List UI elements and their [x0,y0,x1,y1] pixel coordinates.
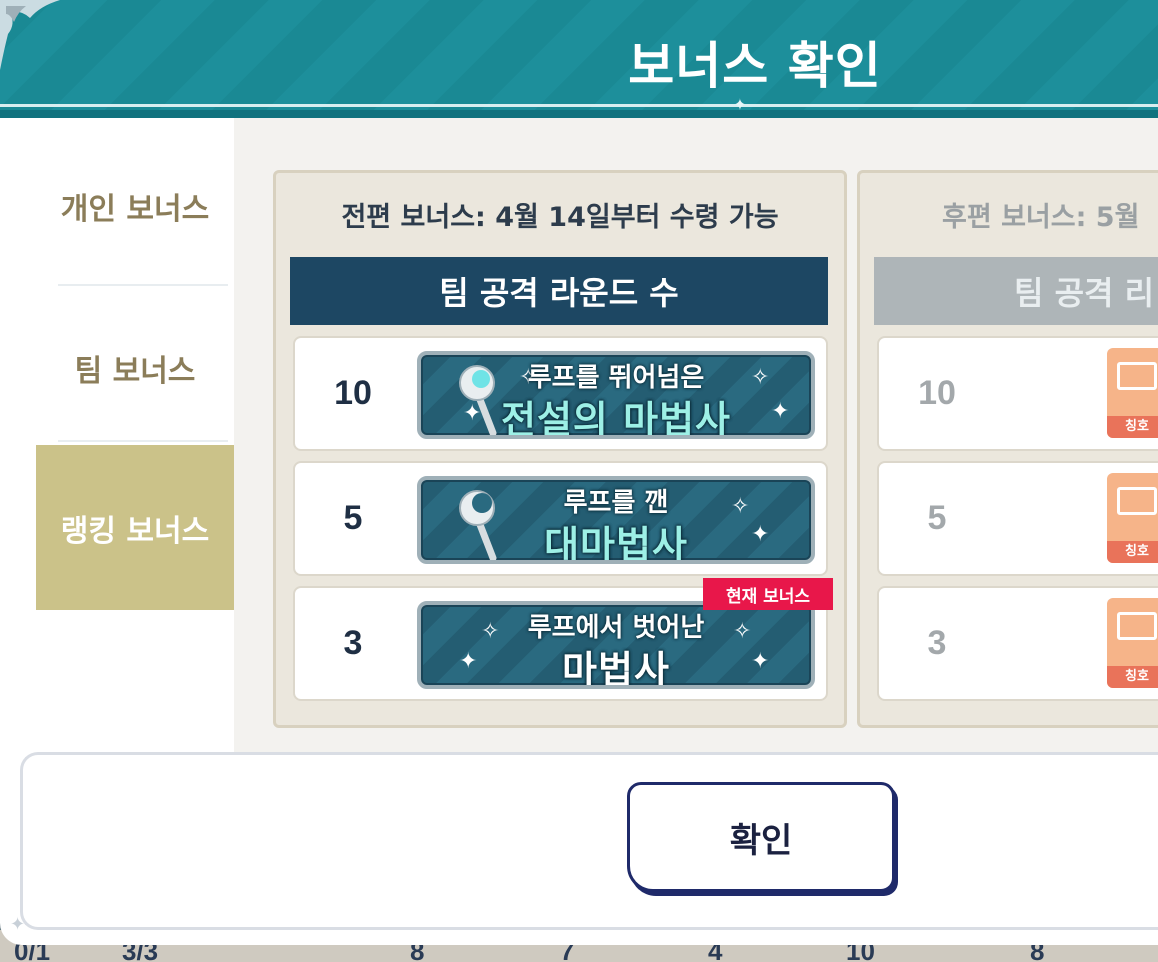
current-bonus-tag: 현재 보너스 [703,578,833,610]
panel-header: 팀 공격 리 [874,257,1158,325]
round-count: 5 [927,499,947,537]
round-count: 10 [334,374,372,412]
title-badge: ✧ ✦ 루프를 깬 대마법사 [417,476,815,564]
panel-subtitle: 후편 보너스: 5월 [942,202,1140,233]
title-card-icon: 칭호 [1107,598,1158,688]
badge-title-line2: 대마법사 [544,523,688,564]
title-card-icon: 칭호 [1107,348,1158,438]
sidebar-item-ranking-bonus[interactable]: 랭킹 보너스 [36,445,234,610]
bonus-row: 3 칭호 [877,586,1158,701]
round-count: 3 [927,624,947,662]
bonus-sidebar: 개인 보너스 팀 보너스 랭킹 보너스 [36,118,234,758]
bonus-row: 5 ✧ ✦ 루프를 깬 대마법사 [293,461,828,576]
corner-ornament-icon [0,0,60,70]
round-count: 10 [918,374,956,412]
panel-subtitle: 전편 보너스: 4월 14일부터 수령 가능 [341,202,779,233]
bonus-dialog: ✦ 보너스 확인 개인 보너스 팀 보너스 랭킹 보너스 전편 보너스: 4월 … [0,0,1158,945]
title-card-icon: 칭호 [1107,473,1158,563]
sidebar-divider [58,440,228,442]
second-half-bonus-panel: 후편 보너스: 5월 팀 공격 리 10 칭호 5 칭호 3 칭호 [857,170,1158,728]
badge-title-line2: 전설의 마법사 [501,398,731,439]
bonus-row: 10 ✧ ✧ ✦ ✦ 루프를 뛰어넘은 전설의 마법사 [293,336,828,451]
bonus-row: 5 칭호 [877,461,1158,576]
dialog-title: 보너스 확인 [628,37,882,95]
dialog-footer [20,752,1158,930]
sidebar-item-personal-bonus[interactable]: 개인 보너스 [36,126,234,286]
bonus-content: 전편 보너스: 4월 14일부터 수령 가능 팀 공격 라운드 수 10 ✧ ✧… [234,118,1158,758]
bonus-row: 10 칭호 [877,336,1158,451]
sidebar-item-team-bonus[interactable]: 팀 보너스 [36,288,234,448]
header-divider [0,104,1158,107]
icon-label: 칭호 [1107,666,1158,688]
title-badge: ✧ ✧ ✦ ✦ 루프에서 벗어난 마법사 [417,601,815,689]
sparkle-icon: ✦ [733,95,747,114]
confirm-button[interactable]: 확인 [627,782,895,892]
round-count: 5 [343,499,363,537]
icon-label: 칭호 [1107,416,1158,438]
badge-title-line2: 마법사 [562,648,670,689]
title-badge: ✧ ✧ ✦ ✦ 루프를 뛰어넘은 전설의 마법사 [417,351,815,439]
panel-header: 팀 공격 라운드 수 [290,257,828,325]
first-half-bonus-panel: 전편 보너스: 4월 14일부터 수령 가능 팀 공격 라운드 수 10 ✧ ✧… [273,170,847,728]
sidebar-divider [58,284,228,286]
bonus-row: 현재 보너스 3 ✧ ✧ ✦ ✦ 루프에서 벗어난 마법사 [293,578,833,701]
icon-label: 칭호 [1107,541,1158,563]
round-count: 3 [343,624,363,662]
sparkle-icon: ✦ [10,914,26,935]
dialog-header: ✦ 보너스 확인 [0,0,1158,118]
